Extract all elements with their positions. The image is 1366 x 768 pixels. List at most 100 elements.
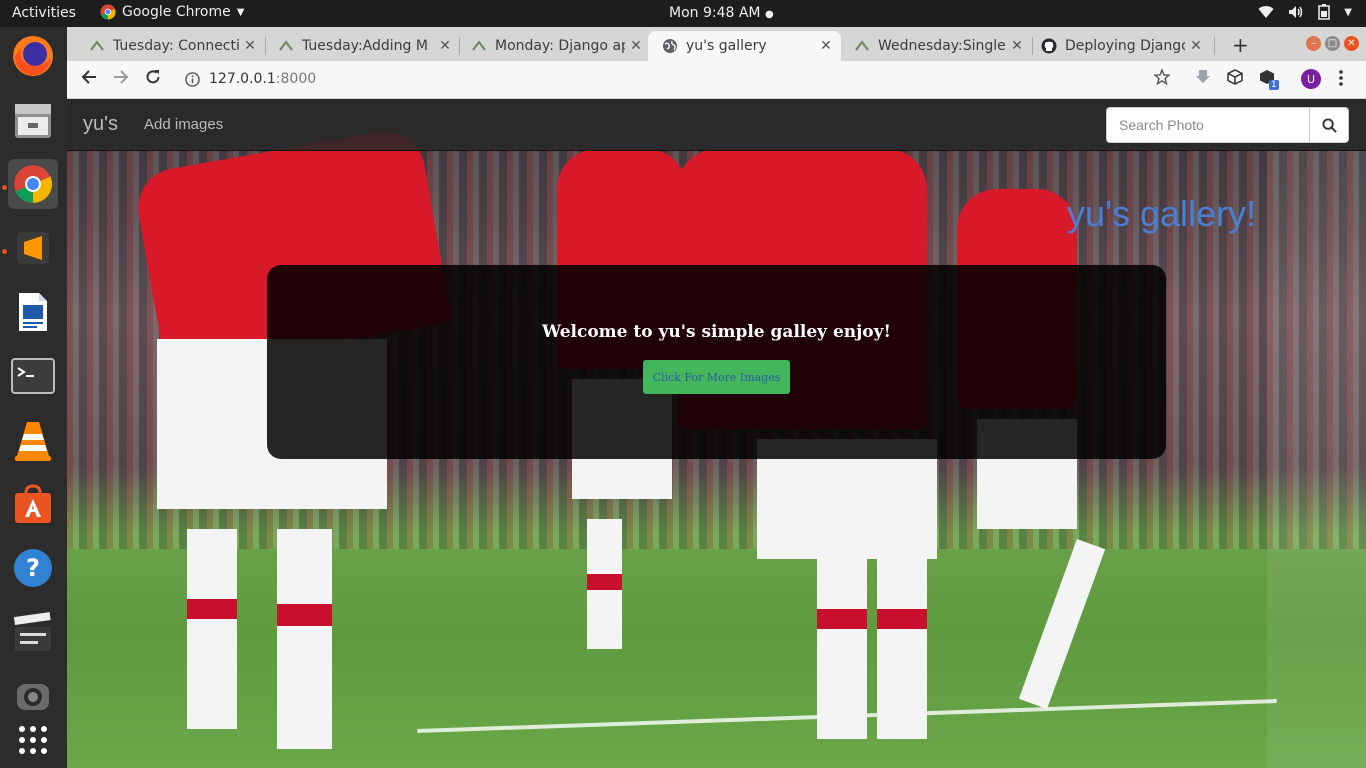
close-icon[interactable]: ✕	[1010, 38, 1024, 54]
tab-tuesday-connecting[interactable]: Tuesday: Connecti ✕	[81, 31, 263, 61]
help-icon: ?	[14, 549, 52, 587]
url-host: 127.0.0.1	[209, 71, 276, 87]
activities-button[interactable]: Activities	[12, 5, 76, 21]
tab-divider	[1214, 37, 1215, 55]
browser-toolbar: 127.0.0.1:8000 1 U	[67, 61, 1366, 99]
dock-help[interactable]: ?	[8, 543, 58, 593]
sublime-text-icon	[17, 232, 49, 264]
arrow-right-icon	[114, 70, 129, 84]
clock[interactable]: Mon 9:48 AM ●	[669, 5, 774, 21]
tab-deploying-django[interactable]: Deploying Django ✕	[1037, 31, 1209, 61]
url-port: :8000	[275, 71, 317, 87]
new-tab-button[interactable]: +	[1232, 33, 1249, 57]
gallery-title: yu's gallery!	[1067, 193, 1256, 234]
profile-initial: U	[1306, 72, 1316, 86]
system-top-bar: Activities Google Chrome ▼ Mon 9:48 AM ●…	[0, 0, 1366, 27]
tab-divider	[1032, 37, 1033, 55]
dock-chrome[interactable]	[8, 159, 58, 209]
info-icon	[185, 72, 200, 87]
site-info-button[interactable]	[185, 71, 200, 92]
dock-video-editor[interactable]	[8, 607, 58, 657]
running-indicator	[2, 249, 7, 254]
close-icon[interactable]: ✕	[438, 38, 452, 54]
page-favicon-icon	[90, 40, 104, 51]
chevron-down-icon: ▼	[236, 6, 245, 18]
wifi-icon	[1258, 6, 1274, 19]
app-menu[interactable]: Google Chrome ▼	[100, 4, 244, 20]
chrome-menu-button[interactable]	[1339, 70, 1343, 91]
tab-yus-gallery[interactable]: yu's gallery ✕	[648, 31, 841, 61]
dock-webcam[interactable]	[8, 671, 58, 721]
chrome-icon	[100, 4, 116, 20]
dock-sublime[interactable]	[8, 223, 58, 273]
clock-text: Mon 9:48 AM	[669, 5, 761, 21]
arrow-left-icon	[81, 70, 96, 84]
tab-strip: Tuesday: Connecti ✕ Tuesday:Adding M ✕ M…	[67, 27, 1366, 61]
tab-title: Tuesday: Connecti	[113, 38, 239, 54]
dock-firefox[interactable]	[8, 31, 58, 81]
close-window-button[interactable]: ✕	[1344, 36, 1359, 51]
firefox-icon	[13, 36, 53, 76]
reload-button[interactable]	[145, 69, 161, 90]
dock: ?	[0, 27, 67, 768]
back-button[interactable]	[81, 69, 97, 90]
chevron-down-icon: ▼	[1344, 6, 1352, 18]
page-favicon-icon	[472, 40, 486, 51]
extension-badge: 1	[1269, 80, 1279, 90]
site-navbar: yu's Add images	[67, 99, 1366, 151]
dock-app-grid[interactable]	[8, 715, 58, 765]
search-input[interactable]	[1106, 107, 1310, 143]
chrome-icon	[14, 165, 53, 203]
extension-badge-button[interactable]: 1	[1259, 69, 1279, 90]
dock-files[interactable]	[8, 95, 58, 145]
tab-tuesday-adding[interactable]: Tuesday:Adding M ✕	[270, 31, 458, 61]
bookmark-button[interactable]	[1153, 68, 1171, 90]
close-icon[interactable]: ✕	[243, 38, 257, 54]
extension-download-button[interactable]	[1194, 69, 1212, 90]
svg-text:?: ?	[26, 554, 40, 582]
tab-wednesday-single[interactable]: Wednesday:Single ✕	[846, 31, 1030, 61]
notification-dot-icon: ●	[764, 9, 774, 20]
tab-divider	[265, 37, 266, 55]
profile-avatar[interactable]: U	[1301, 69, 1321, 89]
site-brand[interactable]: yu's	[83, 113, 118, 136]
tab-title: Tuesday:Adding M	[302, 38, 428, 54]
terminal-icon	[11, 358, 55, 394]
welcome-jumbotron: Welcome to yu's simple galley enjoy! Cli…	[267, 265, 1166, 459]
tab-monday-django[interactable]: Monday: Django ap ✕	[463, 31, 649, 61]
extension-cube-button[interactable]	[1227, 69, 1243, 90]
page-favicon-icon	[855, 40, 869, 51]
more-images-label: Click For More Images	[652, 370, 781, 384]
tab-divider	[459, 37, 460, 55]
maximize-button[interactable]: □	[1325, 36, 1340, 51]
tab-title: Deploying Django	[1065, 38, 1185, 54]
github-icon	[1041, 38, 1057, 54]
more-vertical-icon	[1339, 70, 1343, 86]
star-icon	[1153, 68, 1171, 86]
dock-terminal[interactable]	[8, 351, 58, 401]
cube-icon	[1227, 69, 1243, 85]
close-icon[interactable]: ✕	[629, 38, 643, 54]
tab-title: Monday: Django ap	[495, 38, 625, 54]
add-images-link[interactable]: Add images	[144, 116, 223, 133]
software-center-icon	[15, 484, 51, 523]
writer-icon	[19, 293, 47, 331]
video-editor-icon	[13, 612, 51, 651]
forward-button[interactable]	[113, 69, 129, 90]
page-favicon-icon	[279, 40, 293, 51]
address-bar[interactable]: 127.0.0.1:8000	[209, 71, 316, 87]
more-images-button[interactable]: Click For More Images	[643, 360, 790, 394]
battery-icon	[1318, 4, 1331, 20]
dock-software[interactable]	[8, 479, 58, 529]
search-button[interactable]	[1309, 107, 1349, 143]
minimize-button[interactable]: –	[1306, 36, 1321, 51]
dock-vlc[interactable]	[8, 415, 58, 465]
dock-writer[interactable]	[8, 287, 58, 337]
vlc-icon	[15, 422, 51, 461]
system-tray[interactable]: ▼	[1258, 4, 1352, 20]
close-icon[interactable]: ✕	[819, 38, 833, 54]
globe-icon	[663, 39, 677, 53]
app-grid-icon	[19, 726, 47, 754]
search-icon	[1321, 117, 1337, 133]
close-icon[interactable]: ✕	[1189, 38, 1203, 54]
